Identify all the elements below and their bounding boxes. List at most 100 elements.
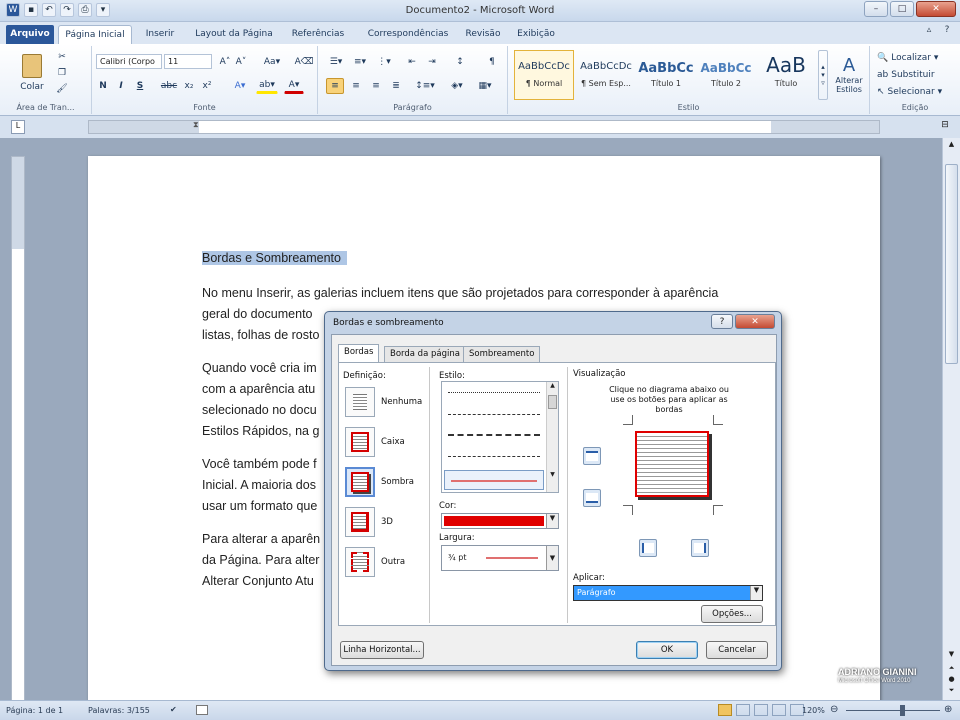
shrink-font-icon[interactable]: A˅ — [234, 54, 248, 69]
width-select[interactable]: ¾ pt ▼ — [441, 545, 559, 571]
increase-indent-icon[interactable]: ⇥ — [424, 54, 440, 69]
multilevel-icon[interactable]: ⋮▾ — [374, 54, 394, 69]
word-count[interactable]: Palavras: 3/155 — [88, 706, 150, 715]
dropdown-arrow-icon[interactable]: ▼ — [546, 546, 558, 570]
macro-record-icon[interactable] — [196, 705, 208, 715]
dropdown-arrow-icon[interactable]: ▼ — [546, 514, 558, 528]
setting-none-icon[interactable] — [345, 387, 375, 417]
align-right-icon[interactable]: ≡ — [368, 78, 384, 94]
paragraph-line[interactable]: Alterar Conjunto Atu — [202, 571, 314, 592]
paragraph-line[interactable]: da Página. Para alter — [202, 550, 319, 571]
setting-3d-icon[interactable] — [345, 507, 375, 537]
horizontal-line-button[interactable]: Linha Horizontal... — [340, 641, 424, 659]
line-style-list[interactable]: ▲ ▼ — [441, 381, 559, 493]
paragraph-line[interactable]: Para alterar a aparên — [202, 529, 320, 550]
dropdown-arrow-icon[interactable]: ▼ — [750, 586, 762, 600]
style-normal[interactable]: AaBbCcDc ¶ Normal — [514, 50, 574, 100]
tab-layout[interactable]: Layout da Página — [190, 25, 278, 44]
maximize-button[interactable]: □ — [890, 1, 914, 17]
horizontal-ruler[interactable]: ⧗ — [88, 120, 880, 134]
preview-bordered-paragraph[interactable] — [635, 431, 709, 497]
underline-button[interactable]: S — [132, 78, 148, 94]
superscript-icon[interactable]: x² — [200, 78, 214, 94]
tab-selector-icon[interactable]: L — [11, 120, 25, 134]
highlight-icon[interactable]: ab▾ — [256, 78, 278, 94]
style-title[interactable]: AaB Título — [756, 50, 816, 100]
web-layout-view-icon[interactable] — [754, 704, 768, 716]
tab-pagina-inicial[interactable]: Página Inicial — [58, 25, 132, 44]
zoom-level[interactable]: 120% — [802, 706, 825, 715]
bold-button[interactable]: N — [96, 78, 110, 94]
strikethrough-icon[interactable]: abc — [160, 78, 178, 94]
paragraph-line[interactable]: No menu Inserir, as galerias incluem ite… — [202, 283, 718, 304]
paragraph-line[interactable]: usar um formato que — [202, 496, 317, 517]
cut-icon[interactable]: ✂ — [54, 50, 70, 64]
font-name-combo[interactable]: Calibri (Corpo — [96, 54, 162, 69]
top-border-button[interactable] — [583, 447, 601, 465]
page-count[interactable]: Página: 1 de 1 — [6, 706, 63, 715]
vertical-ruler[interactable] — [11, 156, 25, 706]
setting-shadow-icon[interactable] — [345, 467, 375, 497]
grow-font-icon[interactable]: A˄ — [218, 54, 232, 69]
paragraph-line[interactable]: Você também pode f — [202, 454, 317, 475]
zoom-slider-thumb[interactable] — [900, 705, 905, 716]
tab-revisao[interactable]: Revisão — [462, 25, 504, 44]
cancel-button[interactable]: Cancelar — [706, 641, 768, 659]
style-heading-2[interactable]: AaBbCc Título 2 — [696, 50, 756, 100]
replace-button[interactable]: ab Substituir — [876, 67, 956, 82]
style-heading-1[interactable]: AaBbCc Título 1 — [636, 50, 696, 100]
next-page-icon[interactable]: ⏷ — [945, 686, 958, 696]
zoom-slider[interactable] — [846, 710, 940, 711]
full-screen-view-icon[interactable] — [736, 704, 750, 716]
setting-shadow-label[interactable]: Sombra — [381, 477, 414, 487]
browse-object-icon[interactable]: ● — [945, 675, 958, 685]
dialog-close-button[interactable]: ✕ — [735, 314, 775, 329]
prev-page-icon[interactable]: ⏶ — [945, 664, 958, 674]
style-no-spacing[interactable]: AaBbCcDc ¶ Sem Esp... — [576, 50, 636, 100]
select-button[interactable]: ↖ Selecionar ▾ — [876, 84, 956, 99]
shading-icon[interactable]: ◈▾ — [446, 78, 468, 94]
decrease-indent-icon[interactable]: ⇤ — [404, 54, 420, 69]
align-left-icon[interactable]: ≡ — [326, 78, 344, 94]
font-size-combo[interactable]: 11 — [164, 54, 212, 69]
help-icon[interactable]: ? — [940, 25, 954, 39]
collapse-ribbon-icon[interactable]: ▵ — [922, 25, 936, 39]
bottom-border-button[interactable] — [583, 489, 601, 507]
text-effects-icon[interactable]: A▾ — [230, 78, 250, 94]
paragraph-line[interactable]: com a aparência atu — [202, 379, 315, 400]
dialog-help-button[interactable]: ? — [711, 314, 733, 329]
justify-icon[interactable]: ≣ — [388, 78, 404, 94]
options-button[interactable]: Opções... — [701, 605, 763, 623]
setting-custom-label[interactable]: Outra — [381, 557, 405, 567]
tab-referencias[interactable]: Referências — [284, 25, 352, 44]
paragraph-line[interactable]: Quando você cria im — [202, 358, 317, 379]
sort-icon[interactable]: ↕ — [452, 54, 468, 69]
indent-marker-icon[interactable]: ⧗ — [193, 120, 199, 130]
minimize-button[interactable]: – — [864, 1, 888, 17]
italic-button[interactable]: I — [114, 78, 128, 94]
zoom-out-icon[interactable]: ⊖ — [830, 704, 838, 715]
tab-arquivo[interactable]: Arquivo — [6, 25, 54, 44]
left-border-button[interactable] — [639, 539, 657, 557]
scroll-down-icon[interactable]: ▼ — [945, 650, 958, 662]
line-spacing-icon[interactable]: ↕≡▾ — [414, 78, 436, 94]
styles-scroll[interactable]: ▴ ▾ ▿ — [818, 50, 828, 100]
color-select[interactable]: ▼ — [441, 513, 559, 529]
paragraph-line[interactable]: Inicial. A maioria dos — [202, 475, 316, 496]
copy-icon[interactable]: ❐ — [54, 66, 70, 80]
paragraph-line[interactable]: Estilos Rápidos, na g — [202, 421, 319, 442]
numbering-icon[interactable]: ≡▾ — [350, 54, 370, 69]
setting-box-label[interactable]: Caixa — [381, 437, 405, 447]
apply-select[interactable]: Parágrafo ▼ — [573, 585, 763, 601]
bullets-icon[interactable]: ☰▾ — [326, 54, 346, 69]
print-layout-view-icon[interactable] — [718, 704, 732, 716]
view-ruler-icon[interactable]: ⊟ — [938, 120, 952, 134]
borders-icon[interactable]: ▦▾ — [474, 78, 496, 94]
paragraph-line[interactable]: geral do documento — [202, 304, 313, 325]
selected-line-style[interactable] — [444, 470, 544, 490]
setting-3d-label[interactable]: 3D — [381, 517, 393, 527]
style-scrollbar[interactable]: ▲ ▼ — [546, 382, 558, 492]
tab-bordas[interactable]: Bordas — [338, 344, 380, 363]
close-button[interactable]: ✕ — [916, 1, 956, 17]
paragraph-line[interactable]: listas, folhas de rosto — [202, 325, 319, 346]
